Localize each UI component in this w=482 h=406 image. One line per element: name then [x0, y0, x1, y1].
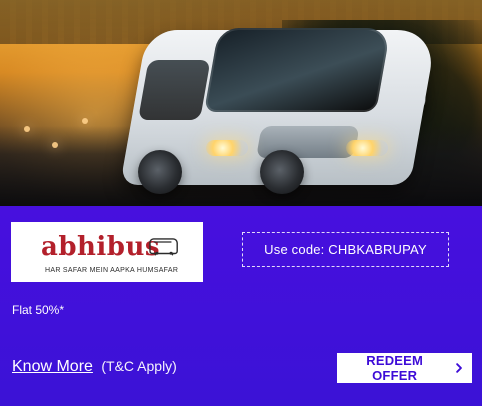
bus-windshield — [204, 28, 391, 112]
bus-side-windows — [138, 60, 211, 120]
offer-card: abhibus HAR SAFAR MEIN AAPKA HUMSAFAR Us… — [0, 0, 482, 406]
bus-headlight — [206, 140, 248, 156]
bus-wheel — [260, 150, 304, 194]
redeem-offer-button[interactable]: REDEEM OFFER — [337, 353, 472, 383]
brand-tagline: HAR SAFAR MEIN AAPKA HUMSAFAR — [45, 267, 179, 274]
terms-row: Know More (T&C Apply) — [12, 357, 177, 376]
coupon-code-text: Use code: CHBKABRUPAY — [264, 242, 427, 257]
brand-logo: abhibus HAR SAFAR MEIN AAPKA HUMSAFAR — [11, 222, 203, 282]
street-light — [82, 118, 88, 124]
tc-apply: (T&C Apply) — [101, 358, 177, 374]
bus-wheel — [138, 150, 182, 194]
bus-icon — [149, 238, 178, 256]
offer-text: Flat 50%* — [12, 303, 65, 317]
bus — [120, 8, 438, 204]
street-light — [52, 142, 58, 148]
brand-name: abhibus — [41, 232, 161, 262]
street-light — [24, 126, 30, 132]
bus-headlight — [346, 140, 388, 156]
coupon-code-box: Use code: CHBKABRUPAY — [242, 232, 449, 267]
redeem-offer-label: REDEEM OFFER — [366, 353, 424, 383]
hero-image — [0, 0, 482, 206]
know-more-link[interactable]: Know More — [12, 358, 93, 375]
chevron-right-icon — [456, 363, 463, 373]
